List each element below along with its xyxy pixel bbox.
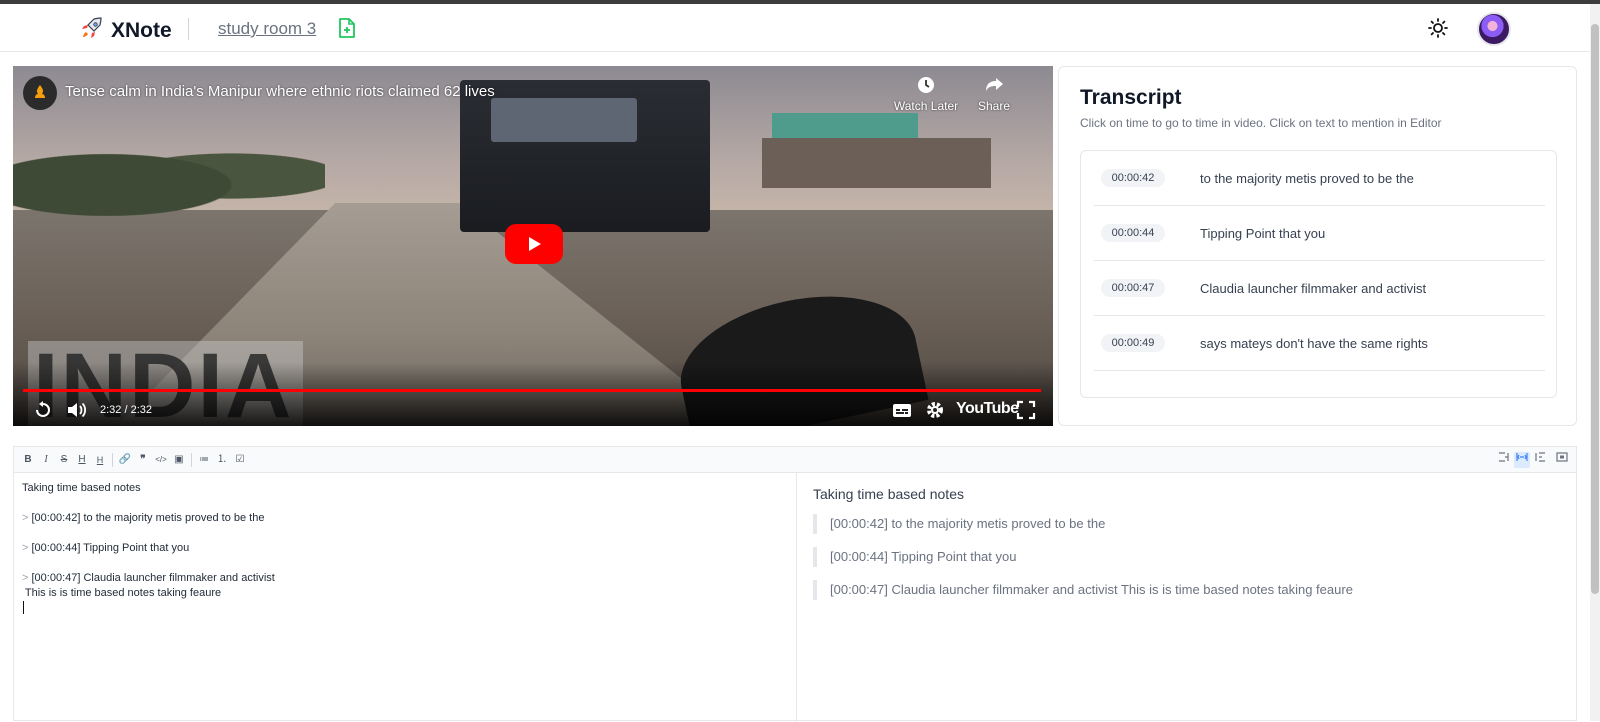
unordered-list-icon[interactable]: ≔: [196, 452, 212, 468]
volume-icon[interactable]: [66, 400, 88, 425]
live-mode-icon[interactable]: [1514, 452, 1530, 468]
app-name: XNote: [111, 18, 172, 42]
share-label: Share: [977, 99, 1011, 113]
fullscreen-editor-icon[interactable]: [1554, 452, 1570, 468]
text-caret: [23, 601, 24, 614]
editor-source-pane[interactable]: Taking time based notes > [00:00:42] to …: [14, 473, 797, 722]
transcript-row[interactable]: 00:00:44 Tipping Point that you: [1094, 206, 1545, 261]
transcript-row[interactable]: 00:00:47 Claudia launcher filmmaker and …: [1094, 261, 1545, 316]
task-list-icon[interactable]: ☑: [232, 452, 248, 468]
italic-button[interactable]: I: [38, 452, 54, 468]
ordered-list-icon[interactable]: ⒈: [214, 452, 230, 468]
transcript-row[interactable]: 00:00:49 says mateys don't have the same…: [1094, 316, 1545, 371]
heading-smaller-button[interactable]: H: [92, 452, 108, 468]
transcript-time[interactable]: 00:00:42: [1101, 169, 1165, 187]
markdown-editor: B I S H H 🔗 ❞ </> ▣ ≔ ⒈ ☑ Taking time ba…: [13, 446, 1577, 722]
source-line: > [00:00:47] Claudia launcher filmmaker …: [22, 572, 275, 584]
transcript-panel: Transcript Click on time to go to time i…: [1058, 66, 1577, 426]
replay-icon[interactable]: [33, 400, 53, 425]
source-line: > [00:00:44] Tipping Point that you: [22, 542, 190, 554]
room-link[interactable]: study room 3: [218, 19, 316, 39]
source-line: > [00:00:42] to the majority metis prove…: [22, 512, 265, 524]
captions-icon[interactable]: [892, 400, 912, 425]
play-icon: [529, 237, 541, 251]
seek-bar[interactable]: [23, 389, 1041, 392]
preview-title: Taking time based notes: [813, 486, 964, 502]
transcript-text[interactable]: Claudia launcher filmmaker and activist: [1200, 281, 1426, 296]
play-button[interactable]: [505, 224, 563, 264]
preview-quote: [00:00:44] Tipping Point that you: [813, 547, 1016, 567]
transcript-subtitle: Click on time to go to time in video. Cl…: [1080, 116, 1442, 130]
channel-avatar[interactable]: [23, 76, 57, 110]
quote-icon[interactable]: ❞: [135, 452, 151, 468]
toolbar-divider: [112, 453, 113, 467]
transcript-time[interactable]: 00:00:44: [1101, 224, 1165, 242]
transcript-text[interactable]: to the majority metis proved to be the: [1200, 171, 1414, 186]
edit-mode-icon[interactable]: [1496, 452, 1512, 468]
video-title[interactable]: Tense calm in India's Manipur where ethn…: [65, 83, 495, 100]
source-line: Taking time based notes: [22, 482, 141, 494]
avatar[interactable]: [1477, 12, 1511, 46]
rocket-icon: [80, 16, 104, 45]
file-add-icon[interactable]: [338, 18, 356, 43]
heading-button[interactable]: H: [74, 452, 90, 468]
preview-quote: [00:00:42] to the majority metis proved …: [813, 514, 1105, 534]
app-header: XNote study room 3: [0, 4, 1590, 52]
preview-quote: [00:00:47] Claudia launcher filmmaker an…: [813, 580, 1353, 600]
source-line: This is is time based notes taking feaur…: [22, 587, 222, 599]
video-player[interactable]: INDIA Tense calm in India's Manipur wher…: [13, 66, 1053, 426]
transcript-list: 00:00:42 to the majority metis proved to…: [1080, 150, 1557, 398]
sun-icon[interactable]: [1428, 18, 1448, 43]
transcript-row[interactable]: 00:00:42 to the majority metis proved to…: [1094, 151, 1545, 206]
share-button[interactable]: Share: [959, 76, 1029, 113]
bold-button[interactable]: B: [20, 452, 36, 468]
scrollbar-thumb[interactable]: [1591, 24, 1599, 594]
settings-gear-icon[interactable]: [925, 400, 945, 425]
transcript-time[interactable]: 00:00:47: [1101, 279, 1165, 297]
transcript-text[interactable]: says mateys don't have the same rights: [1200, 336, 1428, 351]
fullscreen-icon[interactable]: [1016, 400, 1036, 425]
transcript-title: Transcript: [1080, 86, 1182, 109]
transcript-time[interactable]: 00:00:49: [1101, 334, 1165, 352]
video-time: 2:32 / 2:32: [100, 404, 152, 416]
youtube-logo[interactable]: YouTube: [956, 400, 1019, 418]
strikethrough-button[interactable]: S: [56, 452, 72, 468]
clock-icon: [917, 77, 935, 97]
watch-later-button[interactable]: Watch Later: [891, 76, 961, 113]
editor-toolbar: B I S H H 🔗 ❞ </> ▣ ≔ ⒈ ☑: [14, 447, 1576, 473]
header-divider: [188, 18, 189, 40]
transcript-text[interactable]: Tipping Point that you: [1200, 226, 1325, 241]
share-icon: [984, 78, 1004, 97]
editor-preview-pane: Taking time based notes [00:00:42] to th…: [797, 473, 1576, 722]
watch-later-label: Watch Later: [893, 99, 959, 113]
link-icon[interactable]: 🔗: [117, 452, 133, 468]
app-logo[interactable]: XNote: [80, 16, 172, 45]
preview-mode-icon[interactable]: [1532, 452, 1548, 468]
toolbar-divider: [191, 453, 192, 467]
code-icon[interactable]: </>: [153, 452, 169, 468]
image-icon[interactable]: ▣: [171, 452, 187, 468]
